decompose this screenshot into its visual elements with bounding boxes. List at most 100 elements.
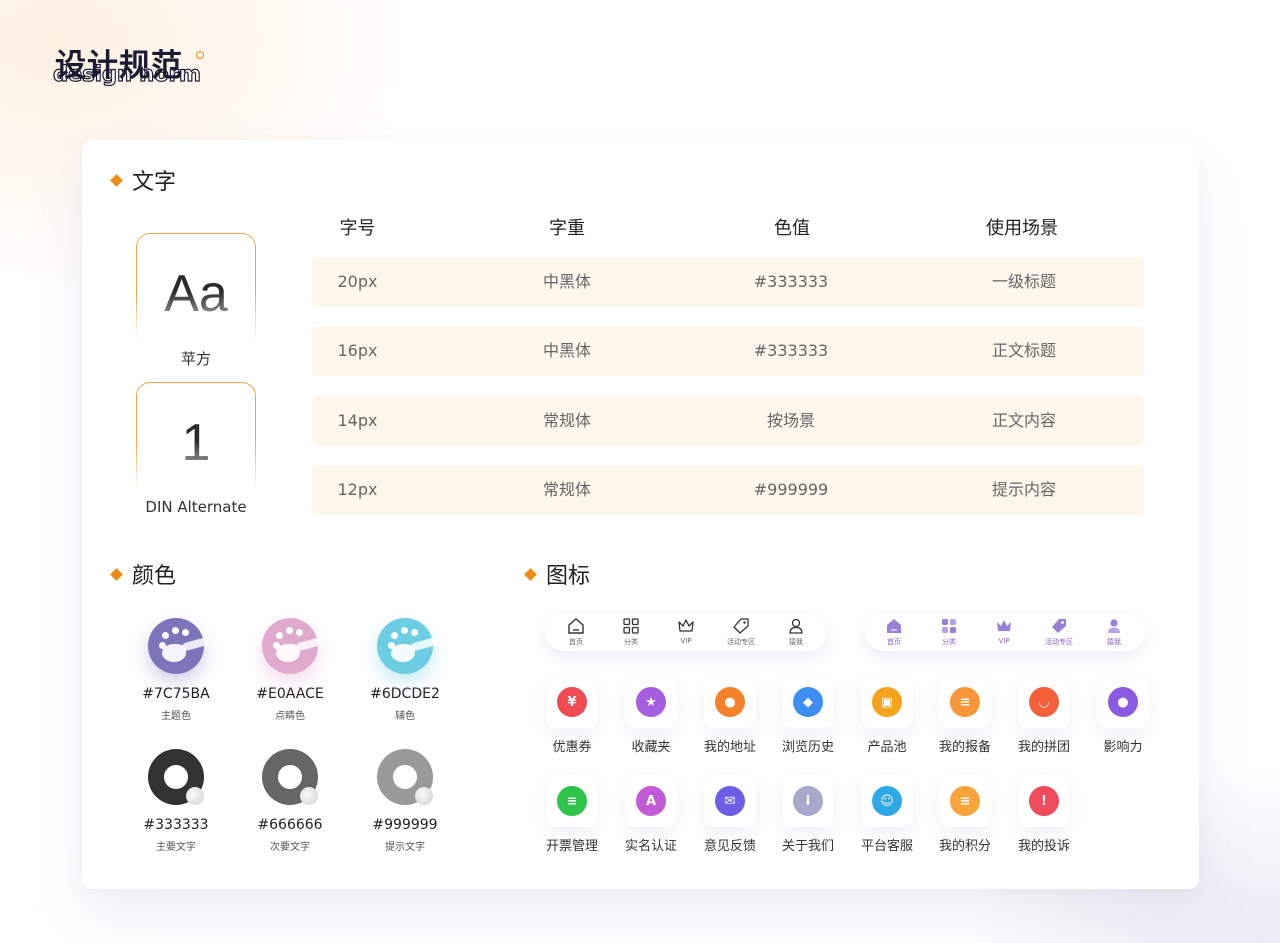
diamond-icon: [524, 567, 537, 581]
app-label: 优惠券: [552, 740, 592, 755]
ring-icon: [262, 749, 318, 805]
tab-home[interactable]: 首页: [868, 617, 920, 647]
app-label: 开票管理: [545, 839, 598, 854]
tab-category[interactable]: 分类: [605, 617, 657, 647]
tab-label: 分类: [942, 638, 956, 646]
table-cell: #333333: [753, 272, 829, 291]
tab-label: 猿我: [789, 638, 803, 646]
app-products[interactable]: ▣ 产品池: [850, 676, 924, 755]
palette-icon: [262, 618, 325, 674]
grid-icon: [622, 617, 640, 635]
font-name: DIN Alternate: [145, 498, 247, 516]
table-cell: 中黑体: [542, 341, 591, 360]
section-title-text: 文字: [110, 164, 177, 196]
ring-icon: [377, 749, 433, 805]
ring-icon: [148, 749, 204, 805]
color-swatch: #666666 次要文字: [235, 749, 345, 853]
tag-icon: [732, 617, 750, 635]
section-title-color: 颜色: [110, 558, 176, 590]
tab-activity[interactable]: 活动专区: [1033, 617, 1085, 647]
tab-vip[interactable]: VIP: [978, 617, 1030, 645]
app-points[interactable]: ≡ 我的积分: [928, 775, 1002, 854]
app-feedback[interactable]: ✉ 意见反馈: [693, 775, 767, 854]
title-dot-icon: [196, 51, 204, 59]
coins-icon: ≡: [950, 786, 980, 816]
app-complaint[interactable]: ! 我的投诉: [1007, 775, 1081, 854]
tabbar-filled: 首页 分类 VIP 活动专区 猿我: [865, 613, 1145, 651]
app-influence[interactable]: ● 影响力: [1086, 676, 1160, 755]
tab-label: 首页: [887, 638, 901, 646]
app-invoice[interactable]: ≡ 开票管理: [535, 775, 609, 854]
tab-vip[interactable]: VIP: [660, 617, 712, 645]
app-label: 收藏夹: [631, 740, 671, 755]
star-icon: ★: [636, 687, 666, 717]
font-name: 苹方: [180, 350, 211, 368]
invoice-icon: ≡: [557, 786, 587, 816]
app-label: 我的地址: [703, 740, 756, 755]
table-row: 12px 常规体 #999999 提示内容: [312, 465, 1144, 515]
table-header: 色值: [774, 218, 810, 239]
font-sample: Aa: [164, 265, 228, 323]
app-history[interactable]: ◆ 浏览历史: [771, 676, 845, 755]
crown-icon: [677, 617, 695, 635]
tab-me[interactable]: 猿我: [1088, 617, 1140, 647]
grid-icon: [940, 617, 958, 635]
color-hex: #333333: [143, 817, 209, 833]
table-cell: 提示内容: [991, 480, 1056, 499]
warning-icon: !: [1029, 786, 1059, 816]
people-icon: ●: [1108, 687, 1138, 717]
app-label: 我的报备: [938, 740, 991, 755]
coupon-icon: ¥: [557, 687, 587, 717]
color-desc: 主题色: [161, 711, 191, 722]
app-label: 产品池: [867, 740, 907, 755]
color-swatch: #E0AACE 点睛色: [235, 618, 345, 722]
section-title-icon: 图标: [524, 558, 591, 590]
table-header: 使用场景: [986, 218, 1058, 239]
tab-me[interactable]: 猿我: [770, 617, 822, 647]
color-desc: 辅色: [395, 711, 415, 722]
font-box-pingfang: Aa: [135, 233, 257, 341]
diamond-icon: [110, 173, 123, 187]
tab-label: 首页: [569, 638, 583, 646]
cart-icon: ◡: [1029, 687, 1059, 717]
table-cell: 中黑体: [542, 272, 591, 291]
color-desc: 主要文字: [156, 842, 196, 853]
app-service[interactable]: ☺ 平台客服: [850, 775, 924, 854]
table-cell: 16px: [337, 341, 378, 360]
table-row: 16px 中黑体 #333333 正文标题: [312, 326, 1144, 376]
table-cell: 12px: [337, 480, 378, 499]
tab-label: 活动专区: [1045, 638, 1073, 646]
font-sample: 1: [181, 414, 211, 472]
crown-icon: [995, 617, 1013, 635]
table-header: 字号: [339, 218, 376, 239]
app-about[interactable]: i 关于我们: [771, 775, 845, 854]
section-label: 文字: [132, 170, 177, 195]
app-label: 浏览历史: [781, 740, 834, 755]
app-favorites[interactable]: ★ 收藏夹: [614, 676, 688, 755]
tab-label: 活动专区: [727, 638, 755, 646]
app-address[interactable]: ● 我的地址: [693, 676, 767, 755]
app-verify[interactable]: A 实名认证: [614, 775, 688, 854]
tab-label: 猿我: [1107, 638, 1121, 646]
app-label: 关于我们: [781, 839, 834, 854]
table-cell: #333333: [753, 341, 829, 360]
tag-icon: [1050, 617, 1068, 635]
mail-icon: ✉: [715, 786, 745, 816]
user-icon: [1105, 617, 1123, 635]
section-label: 图标: [546, 564, 591, 589]
color-hex: #666666: [257, 817, 323, 833]
tab-activity[interactable]: 活动专区: [715, 617, 767, 647]
app-label: 平台客服: [860, 839, 913, 854]
table-cell: 常规体: [542, 411, 591, 430]
tab-home[interactable]: 首页: [550, 617, 602, 647]
color-swatch: #999999 提示文字: [350, 749, 460, 853]
page-title: 设计规范: [55, 48, 183, 84]
tab-category[interactable]: 分类: [923, 617, 975, 647]
app-group-buy[interactable]: ◡ 我的拼团: [1007, 676, 1081, 755]
app-reports[interactable]: ≡ 我的报备: [928, 676, 1002, 755]
app-label: 实名认证: [624, 839, 677, 854]
palette-icon: [377, 618, 440, 674]
app-coupon[interactable]: ¥ 优惠券: [535, 676, 609, 755]
home-icon: [567, 617, 585, 635]
location-icon: ●: [715, 687, 745, 717]
